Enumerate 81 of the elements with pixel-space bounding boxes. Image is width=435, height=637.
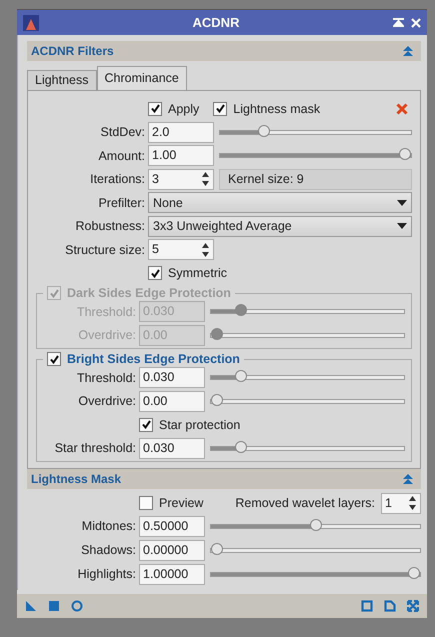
field-label: Highlights: <box>76 567 136 581</box>
field-label: Overdrive: <box>77 328 136 342</box>
slider[interactable] <box>210 567 421 581</box>
slider[interactable] <box>210 543 421 557</box>
input-field[interactable]: 0.030 <box>139 438 205 459</box>
field-label: Robustness: <box>74 219 145 234</box>
checkbox-label: Star protection <box>159 418 240 432</box>
input-field[interactable]: 1.00 <box>148 145 214 166</box>
group-title: Dark Sides Edge Protection <box>67 286 231 300</box>
square-icon[interactable] <box>48 600 60 612</box>
slider-thumb[interactable] <box>234 370 247 382</box>
slider-fill <box>211 310 236 314</box>
slider[interactable] <box>210 441 405 456</box>
input-field[interactable]: 1.00000 <box>139 564 205 584</box>
slider-thumb[interactable] <box>258 124 270 137</box>
caret-icon <box>397 200 407 206</box>
spin-box[interactable]: 5 <box>148 239 214 260</box>
collapse-icon[interactable] <box>403 474 413 484</box>
slider[interactable] <box>210 394 405 408</box>
slider-thumb[interactable] <box>399 148 411 160</box>
triangle-icon[interactable] <box>25 600 37 612</box>
field-label: Structure size: <box>64 242 145 257</box>
field-label: Threshold: <box>76 370 136 385</box>
checkbox-label: Symmetric <box>168 266 228 280</box>
tab[interactable]: Lightness <box>27 70 97 90</box>
field-label: StdDev: <box>100 125 145 140</box>
field-label: Midtones: <box>80 519 136 533</box>
checkbox[interactable] <box>213 102 228 116</box>
field-label: Iterations: <box>89 172 145 186</box>
caret-icon <box>397 223 407 230</box>
field-label: Shadows: <box>80 543 136 557</box>
field-label: Prefilter: <box>97 196 145 210</box>
shade-icon[interactable] <box>393 18 404 28</box>
slider-thumb[interactable] <box>211 542 223 554</box>
checkbox-label: Lightness mask <box>233 102 320 116</box>
field-label: Threshold: <box>76 304 136 319</box>
group-title: Bright Sides Edge Protection <box>67 352 240 366</box>
close-icon[interactable] <box>396 102 408 115</box>
slider-thumb[interactable] <box>234 440 247 453</box>
checkbox-label: Apply <box>168 102 200 116</box>
checkbox[interactable] <box>148 102 162 116</box>
input-field[interactable]: 0.00 <box>139 390 205 412</box>
square-outline-icon[interactable] <box>361 600 373 612</box>
checkbox-label: Preview <box>159 496 204 510</box>
checkbox[interactable] <box>139 496 153 510</box>
section-header[interactable]: Lightness Mask <box>27 469 421 489</box>
checkbox[interactable] <box>139 418 153 432</box>
info-field: Kernel size: 9 <box>219 168 412 190</box>
slider-fill <box>220 130 260 134</box>
checkbox[interactable] <box>148 266 162 280</box>
slider-thumb[interactable] <box>211 394 223 406</box>
input-field[interactable]: 2.0 <box>148 122 214 143</box>
field-label: Amount: <box>97 148 145 163</box>
input-field[interactable]: 0.030 <box>139 367 205 388</box>
spin-box[interactable]: 1 <box>381 492 421 514</box>
window-title: ACDNR <box>192 15 240 30</box>
dropdown[interactable]: 3x3 Unweighted Average <box>148 216 412 237</box>
spin-arrows-icon[interactable] <box>201 170 210 188</box>
dropdown[interactable]: None <box>148 192 412 214</box>
slider-fill <box>211 446 236 450</box>
input-field[interactable]: 0.50000 <box>139 516 205 536</box>
slider[interactable] <box>210 519 421 533</box>
field-label: Star threshold: <box>54 441 136 456</box>
circle-icon[interactable] <box>71 600 83 612</box>
expand-icon[interactable] <box>407 600 419 612</box>
document-icon[interactable] <box>384 600 396 612</box>
spin-box[interactable]: 3 <box>148 168 214 190</box>
field-label: Removed wavelet layers: <box>235 496 375 510</box>
tab[interactable]: Chrominance <box>96 66 187 90</box>
spin-arrows-icon[interactable] <box>408 494 417 512</box>
slider[interactable] <box>219 125 412 140</box>
slider-fill <box>211 376 236 380</box>
app-icon <box>23 14 39 30</box>
checkbox[interactable] <box>47 352 61 366</box>
collapse-icon[interactable] <box>403 46 413 56</box>
slider-thumb[interactable] <box>408 566 420 578</box>
slider-thumb[interactable] <box>310 518 322 530</box>
spin-arrows-icon[interactable] <box>201 240 210 259</box>
field-label: Overdrive: <box>77 394 136 408</box>
section-header[interactable]: ACDNR Filters <box>27 41 421 61</box>
input-field[interactable]: 0.00000 <box>139 540 205 560</box>
